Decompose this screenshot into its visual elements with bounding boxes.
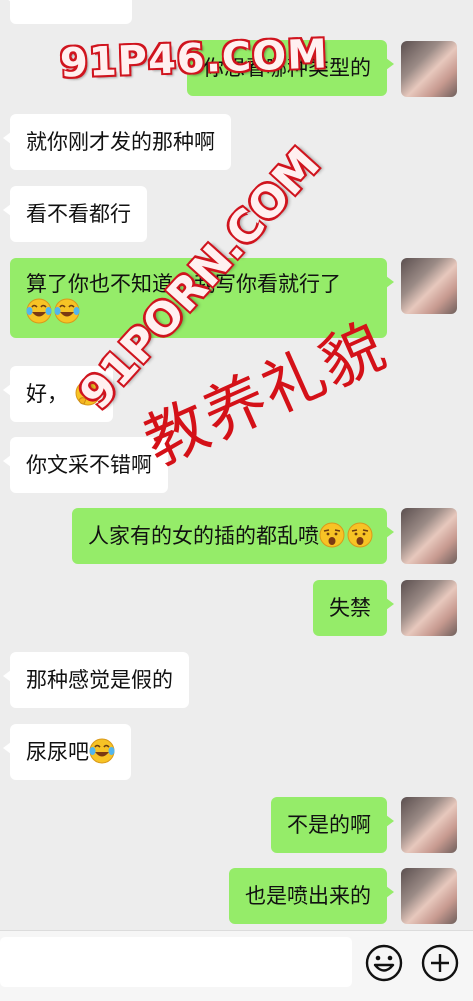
message-bubble-incoming[interactable]: 好， <box>3 366 113 422</box>
message-text: 那种感觉是假的 <box>26 668 173 692</box>
message-text: 失禁 <box>329 596 371 620</box>
message-text: 看不看都行 <box>26 202 131 226</box>
message-bubble-outgoing[interactable]: 也是喷出来的 <box>229 868 394 924</box>
avatar[interactable] <box>401 580 457 636</box>
laugh-cry-emoji <box>89 738 115 764</box>
message-input[interactable] <box>0 937 352 987</box>
message-bubble-outgoing[interactable]: 不是的啊 <box>271 797 394 853</box>
avatar[interactable] <box>401 258 457 314</box>
avatar[interactable] <box>401 41 457 97</box>
message-text: 你文采不错啊 <box>26 453 152 477</box>
message-bubble-incoming[interactable]: 就你刚才发的那种啊 <box>3 114 231 170</box>
message-text: 人家有的女的插的都乱喷 <box>88 524 319 548</box>
message-text: 不是的啊 <box>287 813 371 837</box>
message-bubble-incoming[interactable]: 那种感觉是假的 <box>3 652 189 708</box>
shocked-emoji <box>319 522 345 548</box>
thinking-emoji <box>75 380 101 406</box>
laugh-cry-emoji <box>54 298 80 324</box>
shocked-emoji <box>347 522 373 548</box>
message-bubble-outgoing[interactable]: 人家有的女的插的都乱喷 <box>72 508 394 564</box>
chat-history[interactable]: 你想看哪种类型的 就你刚才发的那种啊 看不看都行 算了你也不知道，我写你看就行了 <box>0 0 473 930</box>
message-bubble-outgoing[interactable]: 算了你也不知道，我写你看就行了 <box>10 258 394 338</box>
avatar[interactable] <box>401 797 457 853</box>
plus-icon[interactable] <box>420 943 460 983</box>
message-text: 也是喷出来的 <box>245 884 371 908</box>
message-bubble-outgoing[interactable]: 你想看哪种类型的 <box>187 40 394 96</box>
message-text: 你想看哪种类型的 <box>203 56 371 80</box>
message-bubble-incoming[interactable]: 看不看都行 <box>3 186 147 242</box>
message-bubble-incoming[interactable] <box>3 0 132 24</box>
laugh-cry-emoji <box>26 298 52 324</box>
avatar[interactable] <box>401 508 457 564</box>
avatar[interactable] <box>401 868 457 924</box>
message-text: 算了你也不知道，我写你看就行了 <box>26 272 341 296</box>
message-text: 就你刚才发的那种啊 <box>26 130 215 154</box>
message-bubble-incoming[interactable]: 尿尿吧 <box>3 724 131 780</box>
message-text: 好， <box>26 382 68 406</box>
message-bubble-incoming[interactable]: 你文采不错啊 <box>3 437 168 493</box>
smile-icon[interactable] <box>364 943 404 983</box>
input-bar <box>0 930 473 1001</box>
message-text: 尿尿吧 <box>26 740 89 764</box>
message-bubble-outgoing[interactable]: 失禁 <box>313 580 394 636</box>
